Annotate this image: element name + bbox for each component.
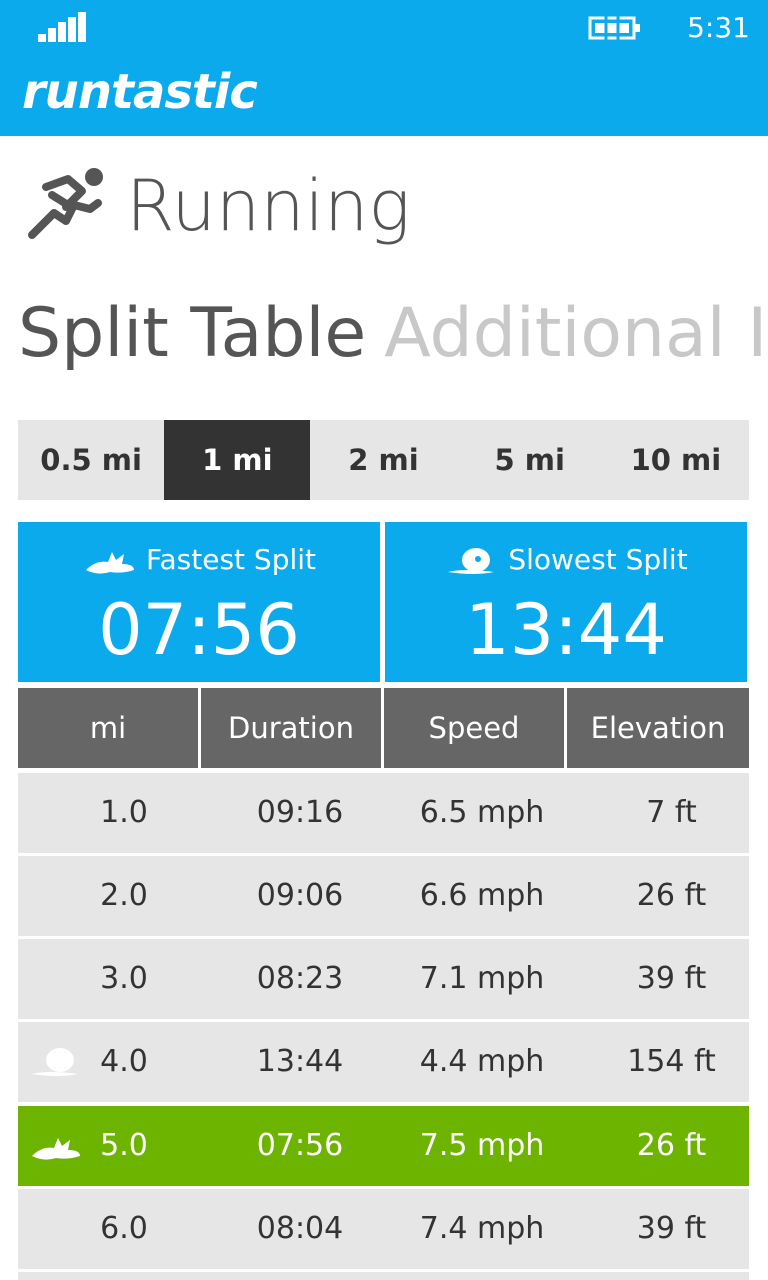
cell-mi: 4.0 [100, 1044, 148, 1079]
cell-elevation: 7 ft [646, 795, 697, 830]
cell-mi: 5.0 [100, 1128, 148, 1163]
cell-elevation: 39 ft [636, 961, 707, 996]
cell-speed: 7.5 mph [419, 1128, 545, 1163]
cell-duration: 13:44 [256, 1044, 344, 1079]
tab-1-mi[interactable]: 1 mi [164, 420, 311, 500]
activity-title: Running [126, 165, 411, 247]
slowest-split-title: Slowest Split [385, 538, 747, 582]
fastest-split-box: Fastest Split 07:56 [18, 522, 380, 682]
app-header: 5:31 runtastic [0, 0, 768, 136]
snail-icon [32, 1048, 78, 1076]
column-duration: Duration [201, 688, 381, 768]
table-row-partial [18, 1272, 749, 1280]
table-row: 6.0 08:04 7.4 mph 39 ft [18, 1189, 749, 1269]
cell-mi: 6.0 [100, 1211, 148, 1246]
cell-mi: 3.0 [100, 961, 148, 996]
slowest-split-value: 13:44 [465, 589, 667, 671]
table-row-fastest: 5.0 07:56 7.5 mph 26 ft [18, 1106, 749, 1186]
pivot-additional-info[interactable]: Additional In [384, 294, 768, 373]
cell-duration: 09:06 [256, 878, 344, 913]
battery-charging-icon [588, 14, 642, 42]
cell-duration: 08:23 [256, 961, 344, 996]
cell-elevation: 154 ft [627, 1044, 716, 1079]
rabbit-icon [85, 552, 134, 574]
cell-speed: 7.1 mph [419, 961, 545, 996]
tab-0-5-mi[interactable]: 0.5 mi [18, 420, 164, 500]
fastest-split-value: 07:56 [98, 589, 300, 671]
cell-duration: 08:04 [256, 1211, 344, 1246]
split-table-header: mi Duration Speed Elevation [18, 688, 749, 768]
cell-speed: 4.4 mph [419, 1044, 545, 1079]
rabbit-icon [32, 1138, 80, 1160]
snail-icon [448, 548, 495, 574]
table-row: 1.0 09:16 6.5 mph 7 ft [18, 773, 749, 853]
cell-mi: 2.0 [100, 878, 148, 913]
column-speed: Speed [384, 688, 564, 768]
table-row: 3.0 08:23 7.1 mph 39 ft [18, 939, 749, 1019]
tab-5-mi[interactable]: 5 mi [457, 420, 603, 500]
cell-duration: 09:16 [256, 795, 344, 830]
cell-elevation: 26 ft [636, 878, 707, 913]
pivot-split-table[interactable]: Split Table [18, 294, 366, 373]
signal-icon [38, 12, 86, 42]
cell-mi-wrap: 5.0 [18, 1106, 230, 1186]
fastest-split-title: Fastest Split [18, 538, 380, 582]
pivot-header: Split Table Additional In [18, 284, 768, 384]
cell-elevation: 26 ft [636, 1128, 707, 1163]
cell-duration: 07:56 [256, 1128, 344, 1163]
cell-speed: 6.6 mph [419, 878, 545, 913]
column-mi: mi [18, 688, 198, 768]
runtastic-logo: runtastic [22, 64, 258, 120]
cell-elevation: 39 ft [636, 1211, 707, 1246]
column-elevation: Elevation [567, 688, 749, 768]
cell-mi: 1.0 [100, 795, 148, 830]
slowest-split-label: Slowest Split [508, 543, 688, 576]
cell-mi-wrap: 4.0 [18, 1022, 230, 1102]
table-row: 4.0 13:44 4.4 mph 154 ft [18, 1022, 749, 1102]
runner-icon [24, 165, 110, 245]
status-time: 5:31 [687, 11, 750, 44]
slowest-split-box: Slowest Split 13:44 [385, 522, 747, 682]
table-row: 2.0 09:06 6.6 mph 26 ft [18, 856, 749, 936]
tab-10-mi[interactable]: 10 mi [603, 420, 749, 500]
cell-speed: 7.4 mph [419, 1211, 545, 1246]
interval-tabs: 0.5 mi 1 mi 2 mi 5 mi 10 mi [18, 420, 749, 500]
cell-speed: 6.5 mph [419, 795, 545, 830]
tab-2-mi[interactable]: 2 mi [310, 420, 456, 500]
fastest-split-label: Fastest Split [145, 543, 317, 576]
